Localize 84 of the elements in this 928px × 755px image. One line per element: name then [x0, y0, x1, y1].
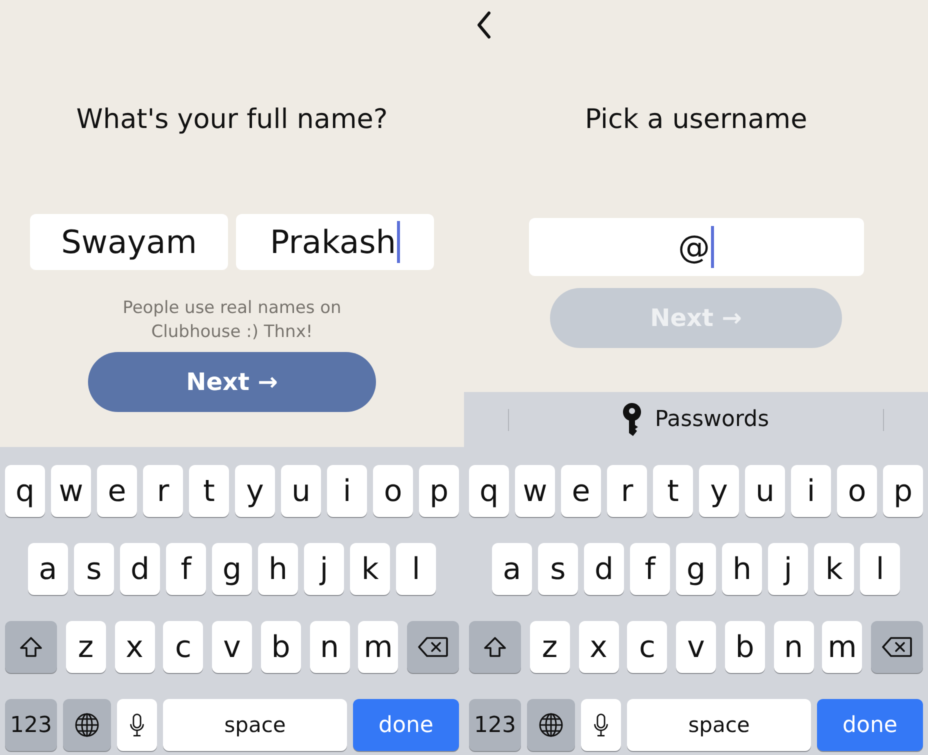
letter-key[interactable]: h: [722, 543, 762, 595]
letter-key[interactable]: k: [814, 543, 854, 595]
letter-key[interactable]: w: [51, 465, 91, 517]
letter-key[interactable]: e: [97, 465, 137, 517]
screen-title: What's your full name?: [76, 103, 388, 137]
letter-key[interactable]: l: [860, 543, 900, 595]
numbers-key[interactable]: 123: [469, 699, 521, 751]
letter-key[interactable]: d: [120, 543, 160, 595]
letter-key[interactable]: y: [699, 465, 739, 517]
microphone-key[interactable]: [117, 699, 157, 751]
letter-key[interactable]: n: [310, 621, 350, 673]
letter-key[interactable]: r: [143, 465, 183, 517]
globe-icon: [74, 712, 100, 738]
screen-title: Pick a username: [584, 103, 808, 137]
microphone-icon: [129, 712, 145, 738]
letter-key[interactable]: x: [578, 621, 618, 673]
letter-key[interactable]: c: [163, 621, 204, 673]
shift-icon: [19, 636, 43, 658]
letter-key[interactable]: h: [258, 543, 298, 595]
letter-key[interactable]: m: [358, 621, 398, 673]
letter-key[interactable]: v: [212, 621, 252, 673]
letter-key[interactable]: b: [724, 621, 765, 673]
globe-key[interactable]: [63, 699, 111, 751]
done-key[interactable]: done: [817, 699, 923, 751]
letter-key[interactable]: z: [66, 621, 106, 673]
backspace-icon: [881, 636, 913, 658]
letter-key[interactable]: s: [538, 543, 578, 595]
shift-key[interactable]: [5, 621, 57, 673]
letter-key[interactable]: e: [561, 465, 601, 517]
microphone-icon: [593, 712, 609, 738]
globe-key[interactable]: [527, 699, 575, 751]
letter-key[interactable]: m: [822, 621, 862, 673]
letter-key[interactable]: g: [676, 543, 716, 595]
letter-key[interactable]: q: [5, 465, 45, 517]
passwords-suggestion[interactable]: Passwords: [654, 407, 770, 432]
letter-key[interactable]: t: [189, 465, 229, 517]
text-field[interactable]: Prakash: [236, 214, 434, 270]
letter-key[interactable]: a: [28, 543, 68, 595]
shift-icon: [483, 636, 507, 658]
text-field[interactable]: @: [528, 218, 864, 276]
letter-key[interactable]: v: [676, 621, 716, 673]
letter-key[interactable]: u: [745, 465, 785, 517]
hint-text: People use real names on Clubhouse :) Thnx!: [122, 297, 342, 344]
numbers-key[interactable]: 123: [5, 699, 57, 751]
delete-key[interactable]: [871, 621, 923, 673]
letter-key[interactable]: j: [768, 543, 808, 595]
delete-key[interactable]: [407, 621, 459, 673]
backspace-icon: [417, 636, 449, 658]
letter-key[interactable]: y: [235, 465, 275, 517]
letter-key[interactable]: b: [260, 621, 301, 673]
done-key[interactable]: done: [353, 699, 459, 751]
shift-key[interactable]: [469, 621, 521, 673]
letter-key[interactable]: l: [396, 543, 436, 595]
text-field[interactable]: Swayam: [30, 214, 228, 270]
letter-key[interactable]: i: [327, 465, 367, 517]
key-icon: [622, 402, 641, 436]
letter-key[interactable]: n: [774, 621, 814, 673]
letter-key[interactable]: a: [492, 543, 532, 595]
letter-key[interactable]: w: [515, 465, 555, 517]
letter-key[interactable]: x: [114, 621, 154, 673]
letter-key[interactable]: r: [607, 465, 647, 517]
letter-key[interactable]: f: [166, 543, 206, 595]
next-button[interactable]: Next →: [88, 352, 376, 412]
microphone-key[interactable]: [581, 699, 621, 751]
letter-key[interactable]: o: [373, 465, 413, 517]
globe-icon: [538, 712, 564, 738]
letter-key[interactable]: t: [653, 465, 693, 517]
letter-key[interactable]: f: [630, 543, 670, 595]
letter-key[interactable]: c: [627, 621, 668, 673]
letter-key[interactable]: k: [350, 543, 390, 595]
letter-key[interactable]: d: [584, 543, 624, 595]
letter-key[interactable]: p: [883, 465, 923, 517]
letter-key[interactable]: o: [837, 465, 877, 517]
letter-key[interactable]: z: [530, 621, 570, 673]
letter-key[interactable]: q: [469, 465, 509, 517]
space-key[interactable]: space: [627, 699, 811, 751]
letter-key[interactable]: j: [304, 543, 344, 595]
letter-key[interactable]: u: [281, 465, 321, 517]
letter-key[interactable]: p: [419, 465, 459, 517]
letter-key[interactable]: s: [74, 543, 114, 595]
space-key[interactable]: space: [163, 699, 347, 751]
back-icon[interactable]: [476, 11, 492, 39]
letter-key[interactable]: i: [791, 465, 831, 517]
letter-key[interactable]: g: [212, 543, 252, 595]
